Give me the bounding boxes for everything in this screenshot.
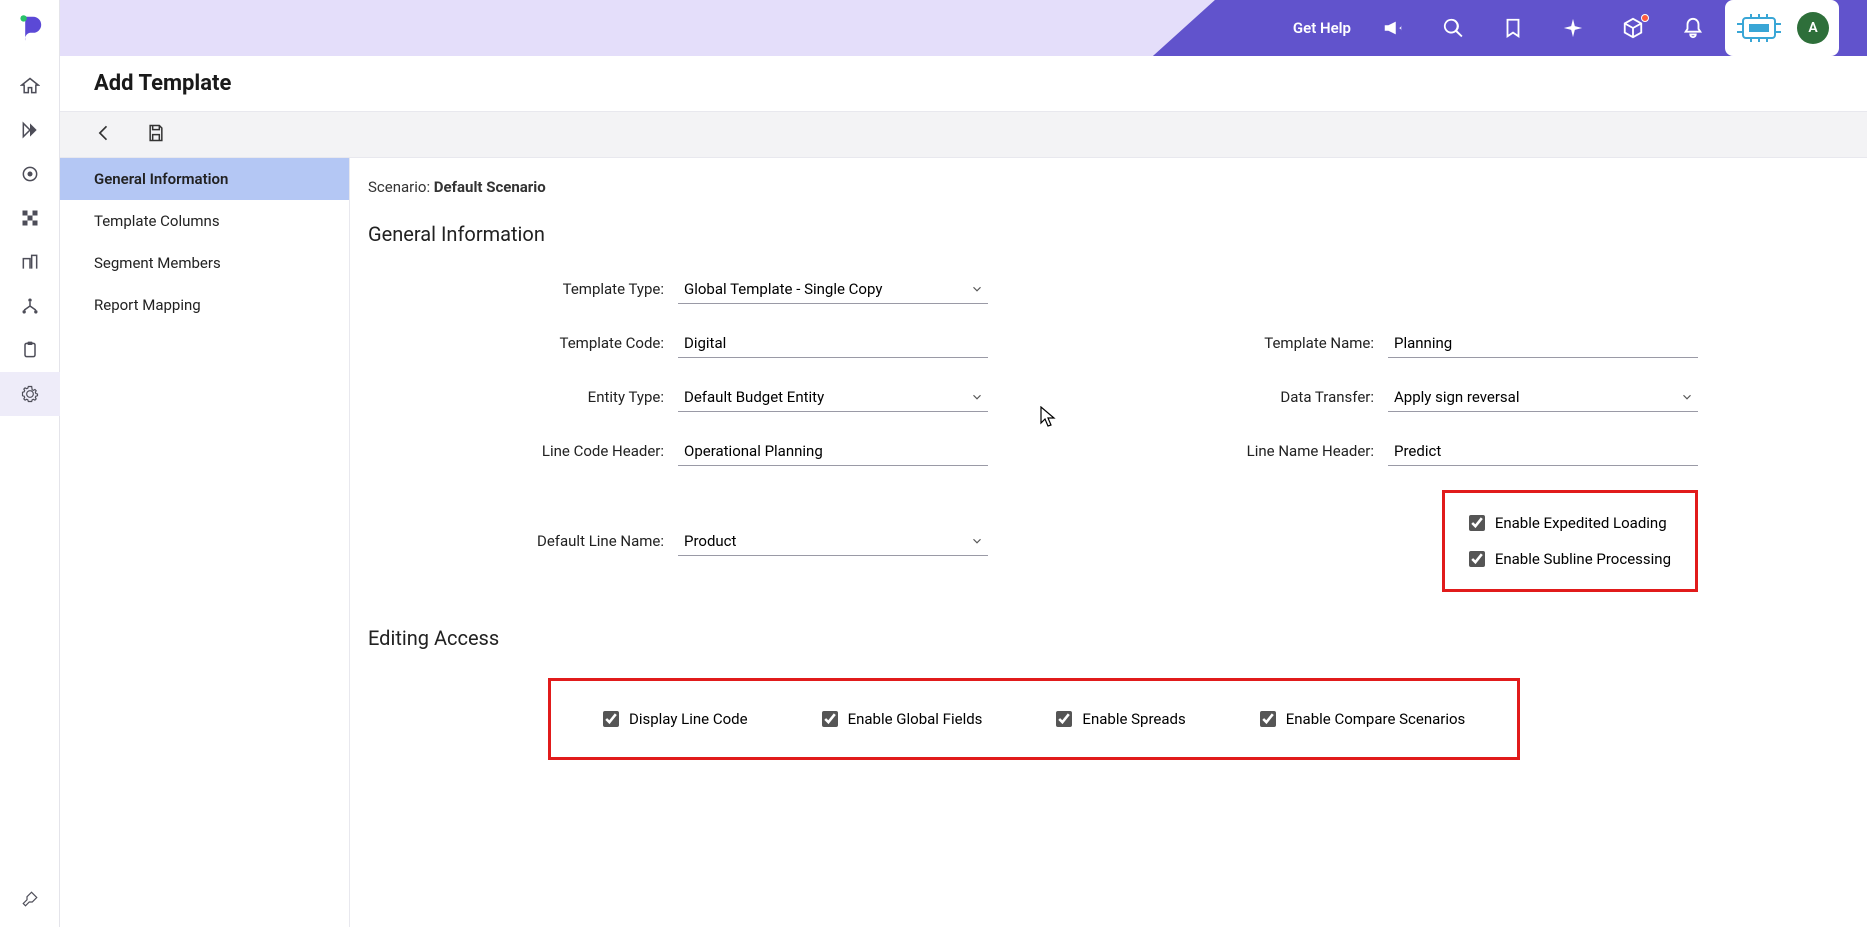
page-title: Add Template [60,56,1867,112]
line-code-header-label: Line Code Header: [468,442,678,460]
enable-subline-label: Enable Subline Processing [1495,550,1671,568]
field-default-line-name: Default Line Name: [368,490,988,592]
entity-type-input[interactable] [678,382,988,412]
display-line-code-label: Display Line Code [629,710,748,728]
line-name-header-input[interactable] [1388,436,1698,466]
chk-display-line-code[interactable]: Display Line Code [603,701,748,737]
megaphone-icon[interactable] [1381,16,1405,40]
chip-icon[interactable] [1735,10,1783,46]
field-line-code-header: Line Code Header: [368,436,988,466]
template-type-dropdown[interactable] [678,274,988,304]
tab-general-information[interactable]: General Information [60,158,349,200]
enable-expedited-checkbox[interactable] [1469,515,1485,531]
entity-type-dropdown[interactable] [678,382,988,412]
enable-compare-label: Enable Compare Scenarios [1286,710,1466,728]
line-code-header-input[interactable] [678,436,988,466]
default-line-name-dropdown[interactable] [678,526,988,556]
section-general-information: General Information [368,222,1847,246]
enable-expedited-label: Enable Expedited Loading [1495,514,1667,532]
bell-icon[interactable] [1681,16,1705,40]
rail-settings-icon[interactable] [0,372,60,416]
scenario-label: Scenario: [368,178,434,196]
action-toolbar [60,112,1867,158]
user-avatar[interactable]: A [1797,12,1829,44]
chk-enable-compare[interactable]: Enable Compare Scenarios [1260,701,1466,737]
chk-enable-spreads[interactable]: Enable Spreads [1056,701,1185,737]
template-code-label: Template Code: [468,334,678,352]
tab-report-mapping[interactable]: Report Mapping [60,284,349,326]
rail-building-icon[interactable] [0,240,60,284]
entity-type-label: Entity Type: [468,388,678,406]
rail-home-icon[interactable] [0,64,60,108]
template-code-input[interactable] [678,328,988,358]
default-line-name-input[interactable] [678,526,988,556]
back-button[interactable] [94,123,114,147]
side-tabs: General Information Template Columns Seg… [60,158,350,927]
data-transfer-dropdown[interactable] [1388,382,1698,412]
enable-subline-checkbox[interactable] [1469,551,1485,567]
enable-spreads-label: Enable Spreads [1082,710,1185,728]
get-help-link[interactable]: Get Help [1293,19,1351,37]
chk-enable-expedited[interactable]: Enable Expedited Loading [1469,505,1671,541]
enable-global-checkbox[interactable] [822,711,838,727]
template-type-input[interactable] [678,274,988,304]
compass-icon[interactable] [1561,16,1585,40]
default-line-name-label: Default Line Name: [468,532,678,550]
enable-compare-checkbox[interactable] [1260,711,1276,727]
template-name-input[interactable] [1388,328,1698,358]
scenario-value: Default Scenario [434,178,546,196]
chk-enable-global[interactable]: Enable Global Fields [822,701,983,737]
field-template-code: Template Code: [368,328,988,358]
rail-grid-icon[interactable] [0,196,60,240]
template-type-label: Template Type: [468,280,678,298]
tab-segment-members[interactable]: Segment Members [60,242,349,284]
display-line-code-checkbox[interactable] [603,711,619,727]
rail-target-icon[interactable] [0,152,60,196]
form-grid: Template Type: Template Code: Template N… [368,274,1847,592]
template-name-label: Template Name: [1178,334,1388,352]
chk-enable-subline[interactable]: Enable Subline Processing [1469,541,1671,577]
highlight-box-options: Enable Expedited Loading Enable Subline … [1442,490,1698,592]
highlight-box-editing: Display Line Code Enable Global Fields E… [548,678,1520,760]
line-name-header-label: Line Name Header: [1178,442,1388,460]
rail-folder-icon[interactable] [0,108,60,152]
field-line-name-header: Line Name Header: [1078,436,1698,466]
field-entity-type: Entity Type: [368,382,988,412]
scenario-line: Scenario: Default Scenario [368,178,1847,196]
data-transfer-label: Data Transfer: [1178,388,1388,406]
notification-dot [1641,14,1649,22]
search-icon[interactable] [1441,16,1465,40]
field-template-type: Template Type: [368,274,988,304]
rail-hierarchy-icon[interactable] [0,284,60,328]
enable-global-label: Enable Global Fields [848,710,983,728]
content-area: Scenario: Default Scenario General Infor… [350,158,1867,927]
package-icon[interactable] [1621,16,1645,40]
data-transfer-input[interactable] [1388,382,1698,412]
section-editing-access: Editing Access [368,626,1847,650]
enable-spreads-checkbox[interactable] [1056,711,1072,727]
field-data-transfer: Data Transfer: [1078,382,1698,412]
field-template-name: Template Name: [1078,328,1698,358]
save-button[interactable] [146,123,166,147]
bookmark-icon[interactable] [1501,16,1525,40]
rail-clipboard-icon[interactable] [0,328,60,372]
tab-template-columns[interactable]: Template Columns [60,200,349,242]
banner-curve: Get Help [1153,0,1867,56]
left-rail [0,0,60,927]
app-logo[interactable] [12,10,48,46]
rail-pin-icon[interactable] [0,879,60,927]
top-banner: Get Help [60,0,1867,56]
